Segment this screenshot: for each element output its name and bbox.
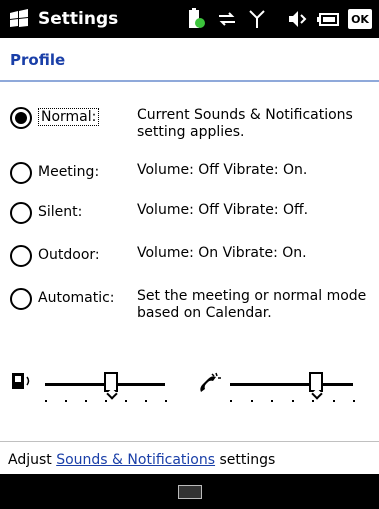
slider-tick [165, 400, 167, 402]
slider-thumb[interactable] [104, 372, 118, 392]
slider-tick [45, 400, 47, 402]
slider-track [230, 383, 353, 386]
ok-button[interactable]: OK [348, 9, 372, 29]
app-title: Settings [38, 9, 119, 29]
volume-sliders [0, 370, 379, 410]
speaker-icon[interactable] [286, 8, 308, 30]
battery-icon[interactable] [316, 8, 342, 30]
profile-option-silent[interactable]: Silent: Volume: Off Vibrate: Off. [10, 202, 375, 228]
slider-tick [85, 400, 87, 402]
slider-tick [250, 400, 253, 402]
sync-arrows-icon[interactable] [216, 8, 238, 30]
slider-tick [332, 400, 335, 402]
footer-prefix: Adjust [8, 452, 57, 468]
profile-description: Volume: Off Vibrate: Off. [137, 202, 309, 218]
profile-option-outdoor[interactable]: Outdoor: Volume: On Vibrate: On. [10, 245, 375, 271]
slider-tick [145, 400, 147, 402]
profile-option-meeting[interactable]: Meeting: Volume: Off Vibrate: On. [10, 162, 375, 188]
profile-label: Outdoor: [38, 247, 100, 263]
slider-tick [353, 400, 355, 402]
title-bar: Settings OK [0, 0, 379, 38]
signal-strength-icon[interactable] [248, 8, 266, 30]
profile-description: Current Sounds & Notifications setting a… [137, 107, 353, 140]
radio-silent[interactable] [10, 202, 32, 224]
footer-divider [0, 441, 379, 442]
battery-charging-icon[interactable] [185, 8, 207, 30]
sounds-notifications-link[interactable]: Sounds & Notifications [56, 452, 215, 468]
slider-tick [125, 400, 127, 402]
profile-description: Volume: On Vibrate: On. [137, 245, 307, 261]
radio-automatic[interactable] [10, 288, 32, 310]
profile-option-normal[interactable]: Normal: Current Sounds & Notifications s… [10, 107, 375, 147]
slider-tick [271, 400, 273, 402]
slider-tick [65, 400, 67, 402]
slider-tick [291, 400, 294, 402]
slider-tick [230, 400, 232, 402]
slider-tick [105, 400, 107, 402]
radio-normal[interactable] [10, 107, 32, 129]
profile-description: Set the meeting or normal mode based on … [137, 288, 367, 321]
profile-description: Volume: Off Vibrate: On. [137, 162, 308, 178]
profile-option-automatic[interactable]: Automatic: Set the meeting or normal mod… [10, 288, 375, 328]
footer-text: Adjust Sounds & Notifications settings [8, 452, 275, 468]
slider-tick [312, 400, 314, 402]
section-header: Profile [10, 51, 66, 69]
profile-label: Normal: [38, 108, 100, 126]
profile-label: Meeting: [38, 164, 100, 180]
radio-outdoor[interactable] [10, 245, 32, 267]
footer-suffix: settings [215, 452, 276, 468]
slider-thumb[interactable] [309, 372, 324, 392]
phone-ringer-icon [200, 372, 221, 392]
radio-meeting[interactable] [10, 162, 32, 184]
keyboard-icon[interactable] [178, 485, 202, 499]
profile-label: Silent: [38, 204, 83, 220]
system-volume-icon [12, 373, 30, 389]
header-divider [0, 80, 379, 82]
profile-label: Automatic: [38, 290, 115, 306]
start-logo-icon[interactable] [8, 9, 30, 29]
